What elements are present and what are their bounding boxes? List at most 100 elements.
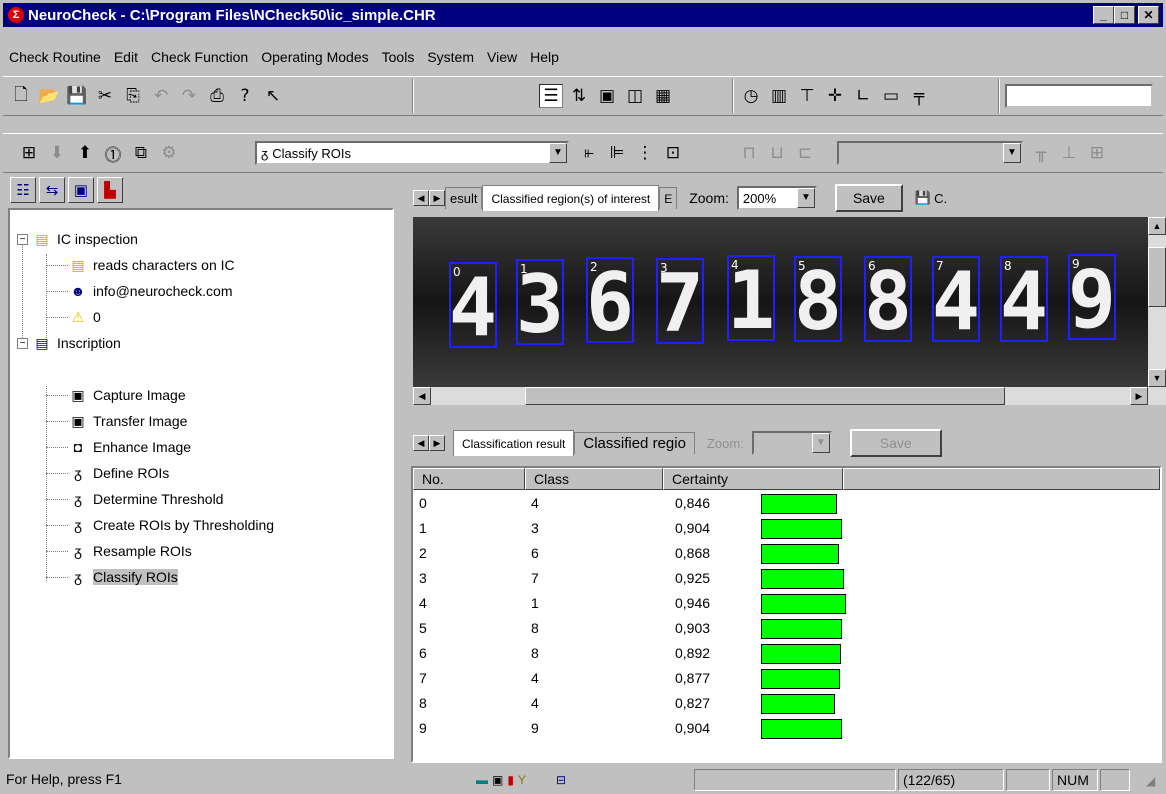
- table-row[interactable]: 0 4 0,846: [413, 492, 1160, 515]
- column-header-certainty[interactable]: Certainty: [663, 468, 843, 490]
- tree-item[interactable]: ▤ IC inspection: [32, 228, 138, 250]
- tab-next[interactable]: E: [659, 187, 678, 209]
- menu-check-routine[interactable]: Check Routine: [9, 49, 101, 65]
- resize-grip-icon[interactable]: ◢: [1146, 774, 1155, 788]
- print-icon[interactable]: ⎙: [205, 84, 229, 108]
- tab-scroll-right-button[interactable]: ▶: [429, 435, 445, 451]
- minimize-button[interactable]: _: [1093, 6, 1114, 24]
- tab-scroll-left-button[interactable]: ◀: [413, 190, 429, 206]
- image-view-icon[interactable]: ▣: [595, 84, 619, 108]
- menu-help[interactable]: Help: [530, 49, 559, 65]
- settings-icon[interactable]: ⚙: [157, 141, 181, 165]
- undo-icon[interactable]: ↶: [149, 84, 173, 108]
- numbering-icon[interactable]: ⓵: [101, 141, 125, 166]
- tree-item[interactable]: ᵹ Define ROIs: [68, 462, 169, 484]
- tree-item[interactable]: ▣ Transfer Image: [68, 410, 187, 432]
- distribute-icon[interactable]: ⋮: [633, 141, 657, 165]
- move-down-icon[interactable]: ⬇: [45, 141, 69, 165]
- tree-item[interactable]: ᵹ Resample ROIs: [68, 540, 192, 562]
- io-icon[interactable]: ⊤: [795, 84, 819, 108]
- tab-classification-result[interactable]: Classification result: [453, 430, 575, 456]
- result-view-icon[interactable]: ◫: [623, 84, 647, 108]
- insert-function-icon[interactable]: ⊞: [17, 141, 41, 165]
- plugin-icon[interactable]: ╤: [907, 84, 931, 108]
- help-icon[interactable]: ?: [233, 84, 257, 108]
- tab-flow-icon[interactable]: ⇆: [39, 177, 65, 203]
- group-icon[interactable]: ⊡: [661, 141, 685, 165]
- table-row[interactable]: 3 7 0,925: [413, 567, 1160, 590]
- tree-item[interactable]: ▤ reads characters on IC: [68, 254, 234, 276]
- parameters-icon[interactable]: ⧉: [129, 141, 153, 165]
- table-row[interactable]: 1 3 0,904: [413, 517, 1160, 540]
- scroll-left-button[interactable]: ◀: [413, 387, 431, 405]
- tab-images-icon[interactable]: ▣: [68, 177, 94, 203]
- menu-edit[interactable]: Edit: [114, 49, 138, 65]
- table-row[interactable]: 6 8 0,892: [413, 642, 1160, 665]
- column-header-class[interactable]: Class: [525, 468, 663, 490]
- crosshair-icon[interactable]: ✛: [823, 84, 847, 108]
- align-right-icon[interactable]: ⊫: [605, 141, 629, 165]
- collapse-toggle[interactable]: −: [17, 338, 28, 349]
- maximize-button[interactable]: □: [1114, 6, 1135, 24]
- close-button[interactable]: ✕: [1138, 6, 1159, 24]
- data-flow-icon[interactable]: ⇅: [567, 84, 591, 108]
- menu-view[interactable]: View: [487, 49, 517, 65]
- tree-item[interactable]: ▤ Inscription: [32, 332, 120, 354]
- menu-operating-modes[interactable]: Operating Modes: [261, 49, 368, 65]
- tree-item[interactable]: ᵹ Determine Threshold: [68, 488, 223, 510]
- tab-scroll-left-button[interactable]: ◀: [413, 435, 429, 451]
- cut-icon[interactable]: ✂: [93, 84, 117, 108]
- scroll-thumb[interactable]: [1148, 247, 1166, 307]
- tool-e-icon[interactable]: ⊥: [1057, 141, 1081, 165]
- collapse-toggle[interactable]: −: [17, 234, 28, 245]
- tab-tree-icon[interactable]: ☷: [10, 177, 36, 203]
- save-button[interactable]: Save: [834, 184, 903, 212]
- tool-f-icon[interactable]: ⊞: [1085, 141, 1109, 165]
- toolbar-combo-top[interactable]: [1005, 84, 1153, 108]
- chevron-down-icon[interactable]: ▼: [1003, 143, 1021, 163]
- align-left-icon[interactable]: ⫦: [577, 141, 601, 165]
- tree-item[interactable]: ᵹ Create ROIs by Thresholding: [68, 514, 274, 536]
- tool-d-icon[interactable]: ╥: [1029, 141, 1053, 165]
- move-up-icon[interactable]: ⬆: [73, 141, 97, 165]
- menu-system[interactable]: System: [427, 49, 474, 65]
- table-row[interactable]: 8 4 0,827: [413, 692, 1160, 715]
- floppy-icon[interactable]: 💾: [915, 190, 931, 206]
- image-horizontal-scrollbar[interactable]: ◀ ▶: [413, 387, 1166, 405]
- tree-item[interactable]: ▣ Capture Image: [68, 384, 185, 406]
- table-row[interactable]: 2 6 0,868: [413, 542, 1160, 565]
- tool-b-icon[interactable]: ⊔: [765, 141, 789, 165]
- tree-item[interactable]: ☻ info@neurocheck.com: [68, 280, 233, 302]
- tree-item[interactable]: ◘ Enhance Image: [68, 436, 191, 458]
- tree-view-icon[interactable]: ☰: [539, 84, 563, 108]
- timer-icon[interactable]: ◷: [739, 84, 763, 108]
- zoom-select[interactable]: 200% ▼: [736, 186, 817, 210]
- tree-item[interactable]: ᵹ Classify ROIs: [68, 566, 178, 588]
- image-vertical-scrollbar[interactable]: ▲ ▼: [1148, 217, 1166, 387]
- tree-item[interactable]: ⚠ 0: [68, 306, 101, 328]
- redo-icon[interactable]: ↷: [177, 84, 201, 108]
- tool-c-icon[interactable]: ⊏: [793, 141, 817, 165]
- context-help-icon[interactable]: ↖: [261, 84, 285, 108]
- tab-classified-regions[interactable]: Classified regio: [574, 432, 695, 454]
- scroll-up-button[interactable]: ▲: [1148, 217, 1166, 235]
- menu-tools[interactable]: Tools: [382, 49, 415, 65]
- chevron-down-icon[interactable]: ▼: [549, 143, 567, 163]
- scroll-thumb[interactable]: [525, 387, 1005, 405]
- copy-icon[interactable]: ⎘: [121, 84, 145, 108]
- scroll-right-button[interactable]: ▶: [1130, 387, 1148, 405]
- inspection-image[interactable]: 40316273148586474899: [413, 217, 1148, 387]
- chevron-down-icon[interactable]: ▼: [796, 188, 815, 208]
- table-row[interactable]: 4 1 0,946: [413, 592, 1160, 615]
- table-row[interactable]: 5 8 0,903: [413, 617, 1160, 640]
- comment-icon[interactable]: ▭: [879, 84, 903, 108]
- table-row[interactable]: 9 9 0,904: [413, 717, 1160, 740]
- open-icon[interactable]: 📂: [37, 84, 61, 108]
- title-bar[interactable]: Σ NeuroCheck - C:\Program Files\NCheck50…: [3, 3, 1163, 27]
- save-button[interactable]: Save: [849, 429, 942, 457]
- function-select[interactable]: ᵹ Classify ROIs ▼: [255, 141, 569, 165]
- save-icon[interactable]: 💾: [65, 84, 89, 108]
- column-header-no[interactable]: No.: [413, 468, 525, 490]
- zoom-select[interactable]: ▼: [751, 431, 832, 455]
- chevron-down-icon[interactable]: ▼: [811, 433, 830, 453]
